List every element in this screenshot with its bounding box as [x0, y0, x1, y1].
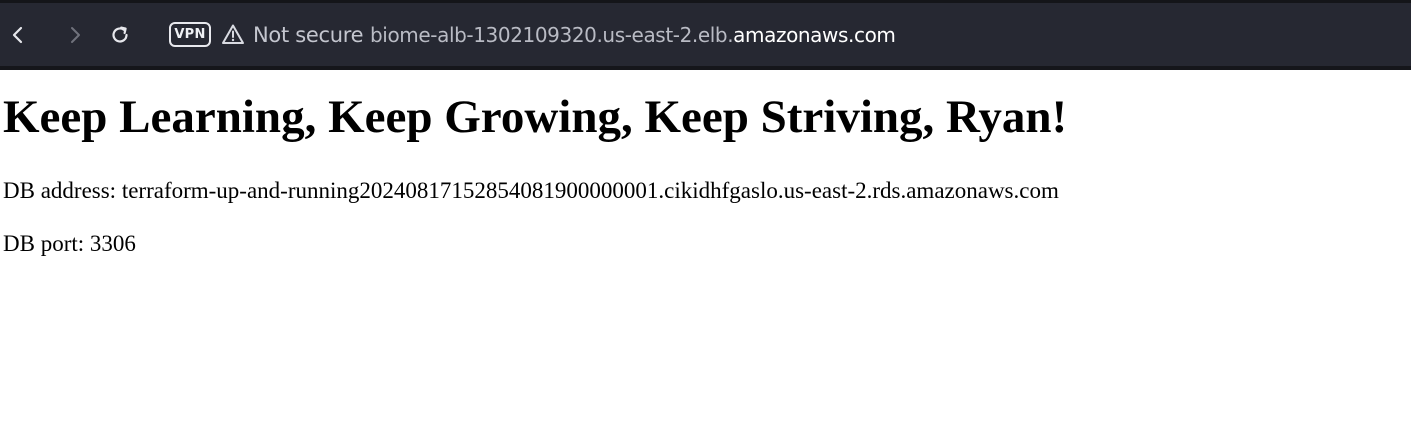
reload-button[interactable] [107, 22, 133, 48]
page-heading: Keep Learning, Keep Growing, Keep Strivi… [3, 91, 1068, 143]
db-port-text: DB port: 3306 [3, 231, 136, 256]
back-arrow-icon [12, 26, 23, 44]
forward-arrow-icon [71, 27, 80, 43]
toolbar-top-edge [0, 0, 1411, 3]
db-address-text: DB address: terraform-up-and-running2024… [3, 178, 1059, 203]
forward-button[interactable] [62, 22, 88, 48]
url-domain: amazonaws.com [733, 23, 896, 47]
security-status-label[interactable]: Not secure [253, 21, 364, 49]
back-button[interactable] [5, 22, 31, 48]
browser-toolbar: VPN Not secure biome-alb-1302109320.us-e… [0, 0, 1411, 70]
address-bar[interactable]: biome-alb-1302109320.us-east-2.elb.amazo… [370, 21, 896, 49]
url-subdomain: biome-alb-1302109320.us-east-2.elb. [370, 23, 734, 47]
warning-triangle-icon[interactable] [221, 23, 245, 45]
vpn-badge[interactable]: VPN [169, 22, 211, 47]
reload-icon [112, 26, 128, 43]
